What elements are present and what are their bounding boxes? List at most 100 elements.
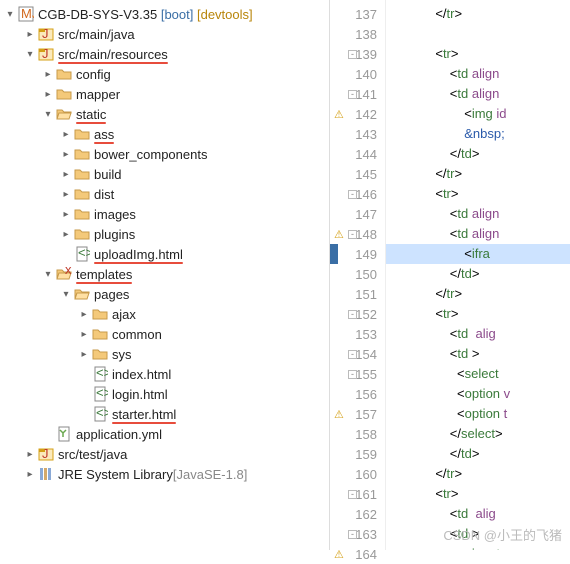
line-number[interactable]: 143 <box>330 124 385 144</box>
tree-item[interactable]: ▾xtemplates <box>0 264 329 284</box>
fold-toggle[interactable]: - <box>348 310 357 319</box>
fold-toggle[interactable]: - <box>348 350 357 359</box>
line-number[interactable]: 149 <box>330 244 385 264</box>
chevron-down-icon[interactable]: ▾ <box>2 6 18 22</box>
tree-item[interactable]: ▸config <box>0 64 329 84</box>
line-number[interactable]: 137 <box>330 4 385 24</box>
line-number[interactable]: -163 <box>330 524 385 544</box>
code-line[interactable]: <td align <box>386 64 570 84</box>
code-line[interactable]: <img id <box>386 104 570 124</box>
line-number[interactable]: -154 <box>330 344 385 364</box>
chevron-right-icon[interactable]: ▸ <box>22 466 38 482</box>
code-line[interactable]: <tr> <box>386 184 570 204</box>
tree-item[interactable]: ▸JRE System Library [JavaSE-1.8] <box>0 464 329 484</box>
chevron-right-icon[interactable]: ▸ <box>58 126 74 142</box>
tree-item[interactable]: ▸sys <box>0 344 329 364</box>
line-number[interactable]: 153 <box>330 324 385 344</box>
warning-icon[interactable]: ⚠ <box>334 548 344 561</box>
line-number[interactable]: ⚠164 <box>330 544 385 564</box>
code-line[interactable]: <tr> <box>386 484 570 504</box>
chevron-right-icon[interactable]: ▸ <box>76 306 92 322</box>
line-number[interactable]: -141 <box>330 84 385 104</box>
line-number[interactable]: 140 <box>330 64 385 84</box>
line-number[interactable]: ⚠-148 <box>330 224 385 244</box>
tree-item[interactable]: <>starter.html <box>0 404 329 424</box>
code-line[interactable]: </tr> <box>386 464 570 484</box>
chevron-right-icon[interactable]: ▸ <box>58 186 74 202</box>
fold-toggle[interactable]: - <box>348 230 357 239</box>
fold-toggle[interactable]: - <box>348 370 357 379</box>
chevron-down-icon[interactable]: ▾ <box>40 266 56 282</box>
line-number[interactable]: 156 <box>330 384 385 404</box>
line-number[interactable]: 145 <box>330 164 385 184</box>
code-line[interactable]: <option v <box>386 384 570 404</box>
code-line[interactable]: <td align <box>386 204 570 224</box>
code-line[interactable]: </tr> <box>386 164 570 184</box>
tree-item[interactable]: ▾static <box>0 104 329 124</box>
line-number[interactable]: -146 <box>330 184 385 204</box>
tree-item[interactable]: ▾pages <box>0 284 329 304</box>
code-line[interactable]: <ifra <box>386 244 570 264</box>
code-line[interactable]: </select> <box>386 424 570 444</box>
chevron-right-icon[interactable]: ▸ <box>58 166 74 182</box>
fold-toggle[interactable]: - <box>348 530 357 539</box>
line-number[interactable]: 162 <box>330 504 385 524</box>
line-number[interactable]: -152 <box>330 304 385 324</box>
tree-item[interactable]: ▸common <box>0 324 329 344</box>
code-line[interactable]: <tr> <box>386 304 570 324</box>
chevron-right-icon[interactable]: ▸ <box>22 446 38 462</box>
code-line[interactable]: <td align <box>386 84 570 104</box>
chevron-right-icon[interactable]: ▸ <box>22 26 38 42</box>
line-number[interactable]: 144 <box>330 144 385 164</box>
code-line[interactable]: </tr> <box>386 284 570 304</box>
line-number[interactable]: -161 <box>330 484 385 504</box>
line-number[interactable]: 151 <box>330 284 385 304</box>
code-line[interactable]: &nbsp; <box>386 124 570 144</box>
chevron-right-icon[interactable]: ▸ <box>58 206 74 222</box>
tree-item[interactable]: <>login.html <box>0 384 329 404</box>
line-number[interactable]: -155 <box>330 364 385 384</box>
fold-toggle[interactable]: - <box>348 190 357 199</box>
chevron-right-icon[interactable]: ▸ <box>40 66 56 82</box>
fold-toggle[interactable]: - <box>348 490 357 499</box>
tree-item[interactable]: <>uploadImg.html <box>0 244 329 264</box>
code-line[interactable]: <tr> <box>386 44 570 64</box>
code-line[interactable] <box>386 24 570 44</box>
line-number[interactable]: -139 <box>330 44 385 64</box>
code-line[interactable]: <td alig <box>386 504 570 524</box>
code-line[interactable]: <td align <box>386 224 570 244</box>
line-gutter[interactable]: 137138-139140-141⚠142143144145-146147⚠-1… <box>330 0 386 550</box>
chevron-right-icon[interactable]: ▸ <box>76 346 92 362</box>
tree-item[interactable]: ▸build <box>0 164 329 184</box>
code-line[interactable]: </tr> <box>386 4 570 24</box>
project-explorer[interactable]: ▾ MJ CGB-DB-SYS-V3.35 [boot] [devtools] … <box>0 0 330 550</box>
tree-item[interactable]: ▸ass <box>0 124 329 144</box>
line-number[interactable]: ⚠157 <box>330 404 385 424</box>
code-line[interactable]: </td> <box>386 144 570 164</box>
chevron-right-icon[interactable]: ▸ <box>58 146 74 162</box>
code-line[interactable]: <td > <box>386 524 570 544</box>
code-line[interactable]: </td> <box>386 264 570 284</box>
chevron-right-icon[interactable]: ▸ <box>58 226 74 242</box>
code-editor[interactable]: 137138-139140-141⚠142143144145-146147⚠-1… <box>330 0 570 550</box>
tree-item[interactable]: ▸dist <box>0 184 329 204</box>
line-number[interactable]: 159 <box>330 444 385 464</box>
tree-item[interactable]: ▾Jsrc/main/resources <box>0 44 329 64</box>
tree-item[interactable]: <>index.html <box>0 364 329 384</box>
code-line[interactable]: <select <box>386 364 570 384</box>
line-number[interactable]: 147 <box>330 204 385 224</box>
tree-item[interactable]: ▸images <box>0 204 329 224</box>
code-area[interactable]: </tr> <tr> <td align <td align <img id &… <box>386 0 570 550</box>
code-line[interactable]: <input <box>386 544 570 550</box>
chevron-right-icon[interactable]: ▸ <box>76 326 92 342</box>
code-line[interactable]: <td alig <box>386 324 570 344</box>
chevron-down-icon[interactable]: ▾ <box>58 286 74 302</box>
code-line[interactable]: </td> <box>386 444 570 464</box>
chevron-right-icon[interactable]: ▸ <box>40 86 56 102</box>
tree-item[interactable]: application.yml <box>0 424 329 444</box>
chevron-down-icon[interactable]: ▾ <box>22 46 38 62</box>
fold-toggle[interactable]: - <box>348 50 357 59</box>
code-line[interactable]: <td > <box>386 344 570 364</box>
warning-icon[interactable]: ⚠ <box>334 108 344 121</box>
line-number[interactable]: ⚠142 <box>330 104 385 124</box>
